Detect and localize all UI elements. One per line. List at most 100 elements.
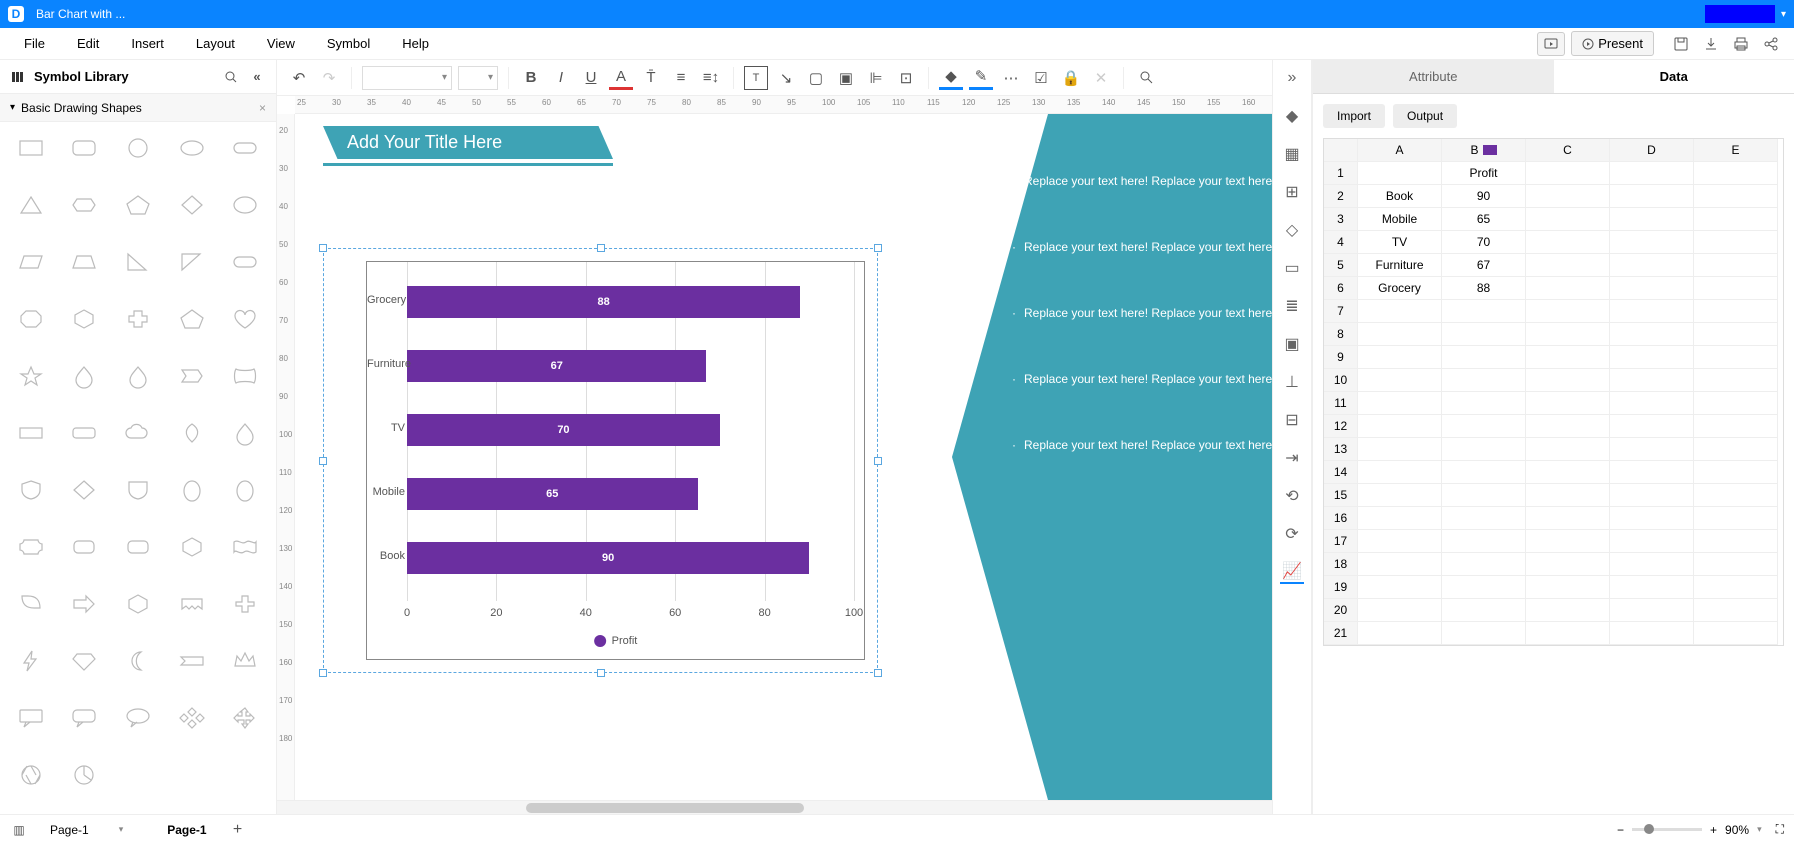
font-color-button[interactable]: A (609, 66, 633, 90)
row-header[interactable]: 12 (1324, 415, 1358, 438)
menu-file[interactable]: File (8, 32, 61, 55)
zoom-dropdown-icon[interactable]: ▾ (1757, 824, 1762, 835)
row-header[interactable]: 16 (1324, 507, 1358, 530)
data-cell[interactable] (1610, 438, 1694, 461)
shape-teardrop[interactable] (115, 358, 161, 394)
save-icon[interactable] (1672, 35, 1690, 53)
data-cell[interactable] (1694, 208, 1778, 231)
shape-diamond[interactable] (169, 187, 215, 223)
resize-handle-n[interactable] (597, 244, 605, 252)
data-cell[interactable] (1694, 185, 1778, 208)
shape-plus[interactable] (222, 586, 268, 622)
row-header[interactable]: 18 (1324, 553, 1358, 576)
align-button[interactable]: ≡ (669, 66, 693, 90)
row-header[interactable]: 14 (1324, 461, 1358, 484)
data-cell[interactable] (1358, 438, 1442, 461)
data-cell[interactable] (1442, 530, 1526, 553)
chart-selection[interactable]: 8867706590 GroceryFurnitureTVMobileBook … (323, 248, 878, 673)
data-cell[interactable] (1526, 553, 1610, 576)
data-cell[interactable] (1610, 461, 1694, 484)
data-cell[interactable] (1694, 277, 1778, 300)
data-cell[interactable] (1442, 323, 1526, 346)
shape-diamond-2[interactable] (62, 472, 108, 508)
data-cell[interactable] (1358, 369, 1442, 392)
data-cell[interactable] (1694, 461, 1778, 484)
shape-moon[interactable] (115, 643, 161, 679)
data-cell[interactable] (1358, 553, 1442, 576)
shape-right-triangle[interactable] (115, 244, 161, 280)
shape-oval[interactable] (222, 187, 268, 223)
data-cell[interactable] (1610, 323, 1694, 346)
line-style-button[interactable]: ⋯ (999, 66, 1023, 90)
org-tool-icon[interactable]: ⊥ (1280, 370, 1304, 394)
data-cell[interactable] (1442, 622, 1526, 645)
data-cell[interactable] (1610, 484, 1694, 507)
data-cell[interactable] (1442, 438, 1526, 461)
data-cell[interactable] (1526, 392, 1610, 415)
row-header[interactable]: 3 (1324, 208, 1358, 231)
data-cell[interactable] (1442, 553, 1526, 576)
text-tool-button[interactable]: T (744, 66, 768, 90)
font-size-select[interactable]: ▾ (458, 66, 498, 90)
data-cell[interactable] (1358, 346, 1442, 369)
data-cell[interactable] (1610, 553, 1694, 576)
grid-tool-icon[interactable]: ⊞ (1280, 180, 1304, 204)
user-account-box[interactable] (1705, 5, 1775, 23)
row-header[interactable]: 21 (1324, 622, 1358, 645)
data-cell[interactable] (1694, 415, 1778, 438)
col-header[interactable]: B (1442, 139, 1526, 162)
data-cell[interactable] (1526, 438, 1610, 461)
bold-button[interactable]: B (519, 66, 543, 90)
data-cell[interactable] (1694, 507, 1778, 530)
data-cell[interactable] (1694, 369, 1778, 392)
table-tool-icon[interactable]: ⊟ (1280, 408, 1304, 432)
redo-button[interactable]: ↷ (317, 66, 341, 90)
data-cell[interactable] (1610, 231, 1694, 254)
data-cell[interactable] (1442, 369, 1526, 392)
checkbox-button[interactable]: ☑ (1029, 66, 1053, 90)
shape-speech-round[interactable] (62, 700, 108, 736)
shape-shield-2[interactable] (115, 472, 161, 508)
shape-egg-2[interactable] (222, 472, 268, 508)
data-cell[interactable] (1610, 415, 1694, 438)
resize-handle-nw[interactable] (319, 244, 327, 252)
shape-right-triangle-2[interactable] (169, 244, 215, 280)
data-cell[interactable] (1610, 162, 1694, 185)
tab-data[interactable]: Data (1554, 60, 1794, 94)
col-header[interactable]: E (1694, 139, 1778, 162)
shape-plaque-3[interactable] (115, 529, 161, 565)
data-cell[interactable] (1694, 323, 1778, 346)
shape-wave[interactable] (222, 529, 268, 565)
import-button[interactable]: Import (1323, 104, 1385, 128)
shape-pentagon[interactable] (115, 187, 161, 223)
shape-arrow[interactable] (62, 586, 108, 622)
tools-button[interactable]: ✕ (1089, 66, 1113, 90)
data-cell[interactable]: TV (1358, 231, 1442, 254)
data-cell[interactable]: Profit (1442, 162, 1526, 185)
resize-handle-w[interactable] (319, 457, 327, 465)
shape-leaf[interactable] (169, 415, 215, 451)
data-cell[interactable] (1526, 622, 1610, 645)
zoom-slider[interactable] (1632, 828, 1702, 831)
row-header[interactable]: 10 (1324, 369, 1358, 392)
close-section-icon[interactable]: × (259, 101, 266, 115)
image-tool-icon[interactable]: ▣ (1280, 332, 1304, 356)
row-header[interactable]: 9 (1324, 346, 1358, 369)
data-cell[interactable] (1526, 484, 1610, 507)
data-cell[interactable] (1442, 392, 1526, 415)
col-header[interactable]: A (1358, 139, 1442, 162)
data-cell[interactable]: 67 (1442, 254, 1526, 277)
shape-four-arrow[interactable] (222, 700, 268, 736)
data-cell[interactable] (1610, 622, 1694, 645)
row-header[interactable]: 5 (1324, 254, 1358, 277)
zoom-out-button[interactable]: − (1617, 823, 1624, 837)
shape-droplet[interactable] (62, 358, 108, 394)
resize-handle-sw[interactable] (319, 669, 327, 677)
data-cell[interactable] (1526, 277, 1610, 300)
shape-hexagon-4[interactable] (115, 586, 161, 622)
shape-cross[interactable] (115, 301, 161, 337)
row-header[interactable]: 8 (1324, 323, 1358, 346)
zoom-in-button[interactable]: + (1710, 823, 1717, 837)
data-cell[interactable] (1610, 185, 1694, 208)
data-cell[interactable] (1610, 507, 1694, 530)
